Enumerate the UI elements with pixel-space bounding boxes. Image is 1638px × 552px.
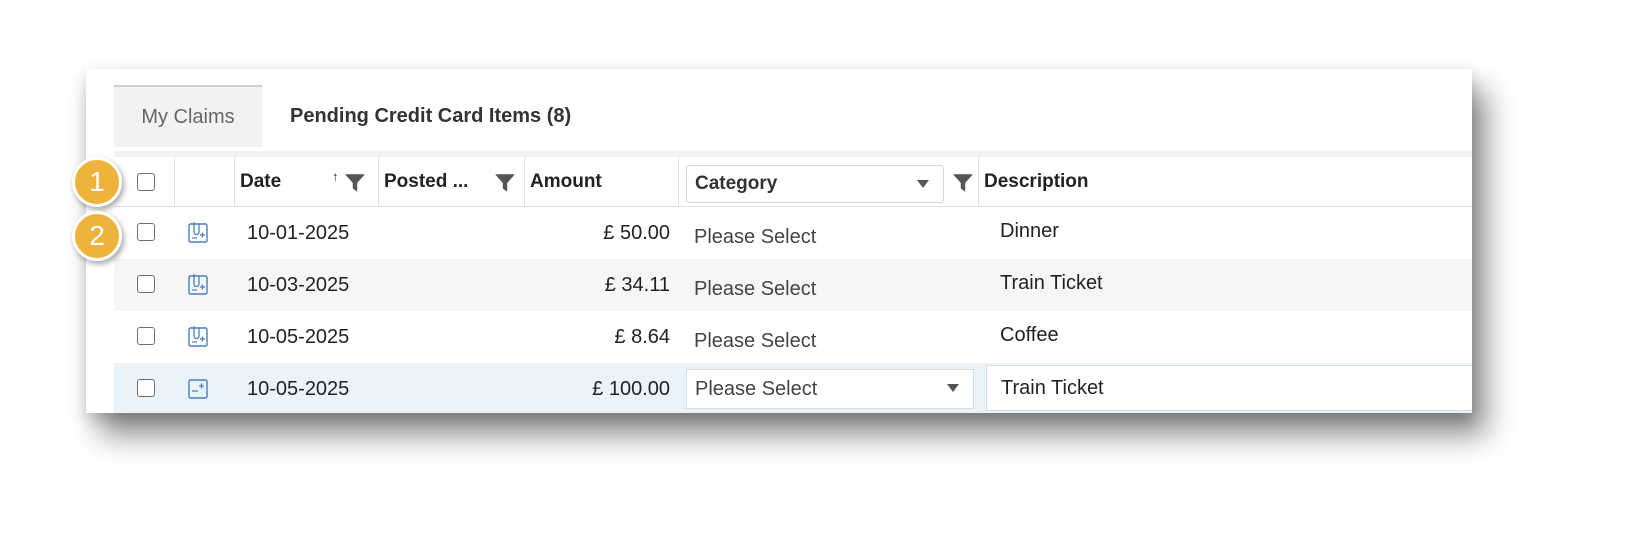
category-select[interactable]: Please Select	[686, 369, 974, 409]
category-filter-select[interactable]: Category	[686, 165, 944, 203]
description-column-header[interactable]: Description	[984, 157, 1089, 207]
row-date: 10-05-2025	[247, 325, 350, 348]
credit-card-items-table: Date ↑ Posted ... Amount Category Descri…	[114, 157, 1472, 413]
column-divider	[378, 157, 379, 207]
chevron-down-icon	[947, 384, 959, 392]
column-divider	[174, 157, 175, 207]
claims-panel: My Claims Pending Credit Card Items (8) …	[86, 69, 1472, 413]
row-category[interactable]: Please Select	[694, 315, 816, 367]
row-checkbox[interactable]	[137, 223, 155, 241]
table-row[interactable]: 10-05-2025 £ 8.64 Please Select Coffee	[114, 311, 1472, 363]
row-date: 10-03-2025	[247, 273, 350, 296]
callout-badge-2: 2	[72, 211, 122, 261]
row-date: 10-01-2025	[247, 221, 350, 244]
description-input[interactable]: Train Ticket	[986, 365, 1472, 411]
select-all-checkbox[interactable]	[137, 173, 155, 191]
column-divider	[524, 157, 525, 207]
posted-column-header[interactable]: Posted ...	[384, 157, 468, 207]
description-input-value: Train Ticket	[1001, 376, 1104, 399]
column-divider	[234, 157, 235, 207]
add-receipt-icon[interactable]	[188, 377, 208, 399]
row-amount: £ 34.11	[604, 273, 670, 296]
date-filter-icon[interactable]	[344, 172, 366, 194]
amount-column-header[interactable]: Amount	[530, 157, 602, 207]
tab-my-claims[interactable]: My Claims	[114, 85, 262, 147]
date-column-header[interactable]: Date	[240, 157, 281, 207]
row-date: 10-05-2025	[247, 377, 350, 400]
row-amount: £ 50.00	[603, 221, 670, 244]
callout-badge-1: 1	[72, 157, 122, 207]
tab-bar: My Claims Pending Credit Card Items (8)	[114, 85, 599, 147]
table-row[interactable]: 10-01-2025 £ 50.00 Please Select Dinner	[114, 207, 1472, 259]
row-checkbox[interactable]	[137, 327, 155, 345]
table-row[interactable]: 10-03-2025 £ 34.11 Please Select Train T…	[114, 259, 1472, 311]
category-filter-label: Category	[695, 173, 778, 194]
posted-filter-icon[interactable]	[494, 172, 516, 194]
row-amount: £ 100.00	[592, 377, 670, 400]
receipt-attached-icon[interactable]	[188, 325, 208, 347]
category-filter-icon[interactable]	[952, 172, 974, 194]
column-divider	[978, 157, 979, 207]
sort-ascending-icon[interactable]: ↑	[332, 169, 339, 184]
row-checkbox[interactable]	[137, 275, 155, 293]
row-category[interactable]: Please Select	[694, 211, 816, 263]
receipt-attached-icon[interactable]	[188, 221, 208, 243]
row-description[interactable]: Coffee	[1000, 309, 1059, 361]
row-checkbox[interactable]	[137, 379, 155, 397]
row-amount: £ 8.64	[614, 325, 670, 348]
category-select-value: Please Select	[695, 377, 818, 400]
receipt-attached-icon[interactable]	[188, 273, 208, 295]
row-description[interactable]: Train Ticket	[1000, 257, 1103, 309]
row-description[interactable]: Dinner	[1000, 205, 1059, 257]
row-category[interactable]: Please Select	[694, 263, 816, 315]
chevron-down-icon	[917, 180, 929, 188]
table-header: Date ↑ Posted ... Amount Category Descri…	[114, 157, 1472, 207]
table-row[interactable]: 10-05-2025 £ 100.00 Please Select Train …	[114, 363, 1472, 413]
column-divider	[678, 157, 679, 207]
tab-pending-credit-card-items[interactable]: Pending Credit Card Items (8)	[262, 85, 599, 147]
